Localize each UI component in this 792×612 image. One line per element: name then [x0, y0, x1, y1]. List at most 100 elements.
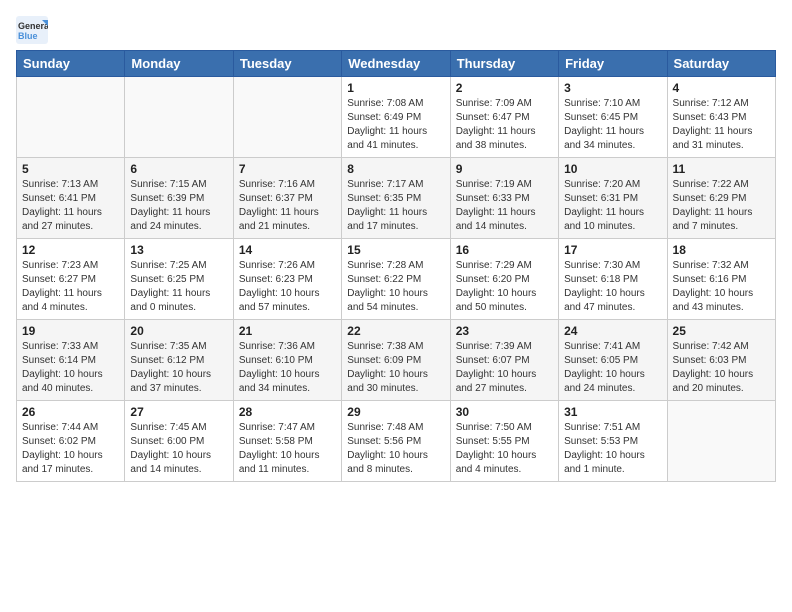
calendar-cell: 2 Sunrise: 7:09 AM Sunset: 6:47 PM Daylig…: [450, 77, 558, 158]
logo: General Blue: [16, 16, 48, 44]
calendar-table: SundayMondayTuesdayWednesdayThursdayFrid…: [16, 50, 776, 482]
day-info: Sunrise: 7:10 AM Sunset: 6:45 PM Dayligh…: [564, 97, 661, 153]
calendar-cell: [125, 77, 233, 158]
calendar-cell: 20 Sunrise: 7:35 AM Sunset: 6:12 PM Dayli…: [125, 320, 233, 401]
calendar-cell: 12Sunrise: 7:23 AM Sunset: 6:27 PM Dayli…: [17, 239, 125, 320]
calendar-day-header: Friday: [559, 51, 667, 77]
day-number: 28: [239, 405, 336, 419]
day-info: Sunrise: 7:45 AM Sunset: 6:00 PM Dayligh…: [130, 421, 227, 477]
calendar-cell: 11 Sunrise: 7:22 AM Sunset: 6:29 PM Dayli…: [667, 158, 775, 239]
day-info: Sunrise: 7:33 AM Sunset: 6:14 PM Dayligh…: [22, 340, 119, 396]
day-info: Sunrise: 7:19 AM Sunset: 6:33 PM Dayligh…: [456, 178, 553, 234]
day-info: Sunrise: 7:48 AM Sunset: 5:56 PM Dayligh…: [347, 421, 444, 477]
day-number: 17: [564, 243, 661, 257]
day-number: 30: [456, 405, 553, 419]
calendar-week-row: 1 Sunrise: 7:08 AM Sunset: 6:49 PM Daylig…: [17, 77, 776, 158]
day-number: 9: [456, 162, 553, 176]
day-info: Sunrise: 7:12 AM Sunset: 6:43 PM Dayligh…: [673, 97, 770, 153]
day-info: Sunrise: 7:16 AM Sunset: 6:37 PM Dayligh…: [239, 178, 336, 234]
calendar-week-row: 19 Sunrise: 7:33 AM Sunset: 6:14 PM Dayli…: [17, 320, 776, 401]
day-info: Sunrise: 7:30 AM Sunset: 6:18 PM Dayligh…: [564, 259, 661, 315]
calendar-cell: [233, 77, 341, 158]
day-info: Sunrise: 7:15 AM Sunset: 6:39 PM Dayligh…: [130, 178, 227, 234]
calendar-cell: 15Sunrise: 7:28 AM Sunset: 6:22 PM Dayli…: [342, 239, 450, 320]
day-info: Sunrise: 7:35 AM Sunset: 6:12 PM Dayligh…: [130, 340, 227, 396]
calendar-day-header: Saturday: [667, 51, 775, 77]
day-info: Sunrise: 7:13 AM Sunset: 6:41 PM Dayligh…: [22, 178, 119, 234]
calendar-cell: 6Sunrise: 7:15 AM Sunset: 6:39 PM Daylig…: [125, 158, 233, 239]
day-number: 20: [130, 324, 227, 338]
day-number: 4: [673, 81, 770, 95]
day-number: 18: [673, 243, 770, 257]
calendar-cell: 22 Sunrise: 7:38 AM Sunset: 6:09 PM Dayli…: [342, 320, 450, 401]
calendar-cell: 18Sunrise: 7:32 AM Sunset: 6:16 PM Dayli…: [667, 239, 775, 320]
day-info: Sunrise: 7:51 AM Sunset: 5:53 PM Dayligh…: [564, 421, 661, 477]
calendar-cell: 1 Sunrise: 7:08 AM Sunset: 6:49 PM Daylig…: [342, 77, 450, 158]
day-info: Sunrise: 7:42 AM Sunset: 6:03 PM Dayligh…: [673, 340, 770, 396]
day-info: Sunrise: 7:08 AM Sunset: 6:49 PM Dayligh…: [347, 97, 444, 153]
calendar-cell: 16 Sunrise: 7:29 AM Sunset: 6:20 PM Dayli…: [450, 239, 558, 320]
day-info: Sunrise: 7:39 AM Sunset: 6:07 PM Dayligh…: [456, 340, 553, 396]
day-number: 3: [564, 81, 661, 95]
day-info: Sunrise: 7:44 AM Sunset: 6:02 PM Dayligh…: [22, 421, 119, 477]
svg-text:General: General: [18, 21, 48, 31]
day-number: 14: [239, 243, 336, 257]
day-info: Sunrise: 7:22 AM Sunset: 6:29 PM Dayligh…: [673, 178, 770, 234]
day-number: 21: [239, 324, 336, 338]
calendar-cell: 30Sunrise: 7:50 AM Sunset: 5:55 PM Dayli…: [450, 401, 558, 482]
day-number: 16: [456, 243, 553, 257]
calendar-cell: 25 Sunrise: 7:42 AM Sunset: 6:03 PM Dayli…: [667, 320, 775, 401]
calendar-cell: 29 Sunrise: 7:48 AM Sunset: 5:56 PM Dayli…: [342, 401, 450, 482]
day-number: 27: [130, 405, 227, 419]
day-number: 13: [130, 243, 227, 257]
calendar-cell: 9 Sunrise: 7:19 AM Sunset: 6:33 PM Daylig…: [450, 158, 558, 239]
day-info: Sunrise: 7:38 AM Sunset: 6:09 PM Dayligh…: [347, 340, 444, 396]
calendar-header-row: SundayMondayTuesdayWednesdayThursdayFrid…: [17, 51, 776, 77]
day-number: 24: [564, 324, 661, 338]
day-info: Sunrise: 7:26 AM Sunset: 6:23 PM Dayligh…: [239, 259, 336, 315]
day-number: 26: [22, 405, 119, 419]
calendar-cell: 5 Sunrise: 7:13 AM Sunset: 6:41 PM Daylig…: [17, 158, 125, 239]
day-number: 15: [347, 243, 444, 257]
day-number: 2: [456, 81, 553, 95]
calendar-cell: [667, 401, 775, 482]
calendar-week-row: 26 Sunrise: 7:44 AM Sunset: 6:02 PM Dayli…: [17, 401, 776, 482]
calendar-cell: 26 Sunrise: 7:44 AM Sunset: 6:02 PM Dayli…: [17, 401, 125, 482]
day-number: 12: [22, 243, 119, 257]
day-number: 1: [347, 81, 444, 95]
day-number: 19: [22, 324, 119, 338]
calendar-week-row: 12Sunrise: 7:23 AM Sunset: 6:27 PM Dayli…: [17, 239, 776, 320]
calendar-cell: 13 Sunrise: 7:25 AM Sunset: 6:25 PM Dayli…: [125, 239, 233, 320]
day-info: Sunrise: 7:09 AM Sunset: 6:47 PM Dayligh…: [456, 97, 553, 153]
day-number: 25: [673, 324, 770, 338]
day-number: 11: [673, 162, 770, 176]
day-number: 22: [347, 324, 444, 338]
day-number: 8: [347, 162, 444, 176]
day-number: 29: [347, 405, 444, 419]
calendar-body: 1 Sunrise: 7:08 AM Sunset: 6:49 PM Daylig…: [17, 77, 776, 482]
calendar-cell: 24Sunrise: 7:41 AM Sunset: 6:05 PM Dayli…: [559, 320, 667, 401]
calendar-day-header: Tuesday: [233, 51, 341, 77]
day-info: Sunrise: 7:20 AM Sunset: 6:31 PM Dayligh…: [564, 178, 661, 234]
calendar-cell: 3 Sunrise: 7:10 AM Sunset: 6:45 PM Daylig…: [559, 77, 667, 158]
calendar-day-header: Sunday: [17, 51, 125, 77]
day-info: Sunrise: 7:25 AM Sunset: 6:25 PM Dayligh…: [130, 259, 227, 315]
day-number: 5: [22, 162, 119, 176]
calendar-cell: 21Sunrise: 7:36 AM Sunset: 6:10 PM Dayli…: [233, 320, 341, 401]
day-info: Sunrise: 7:47 AM Sunset: 5:58 PM Dayligh…: [239, 421, 336, 477]
day-number: 7: [239, 162, 336, 176]
calendar-cell: 14 Sunrise: 7:26 AM Sunset: 6:23 PM Dayli…: [233, 239, 341, 320]
calendar-cell: 7 Sunrise: 7:16 AM Sunset: 6:37 PM Daylig…: [233, 158, 341, 239]
page-header: General Blue: [16, 16, 776, 44]
day-info: Sunrise: 7:29 AM Sunset: 6:20 PM Dayligh…: [456, 259, 553, 315]
calendar-week-row: 5 Sunrise: 7:13 AM Sunset: 6:41 PM Daylig…: [17, 158, 776, 239]
calendar-cell: 27 Sunrise: 7:45 AM Sunset: 6:00 PM Dayli…: [125, 401, 233, 482]
calendar-cell: 23Sunrise: 7:39 AM Sunset: 6:07 PM Dayli…: [450, 320, 558, 401]
calendar-cell: 17 Sunrise: 7:30 AM Sunset: 6:18 PM Dayli…: [559, 239, 667, 320]
calendar-cell: 19 Sunrise: 7:33 AM Sunset: 6:14 PM Dayli…: [17, 320, 125, 401]
calendar-cell: 31 Sunrise: 7:51 AM Sunset: 5:53 PM Dayli…: [559, 401, 667, 482]
day-number: 31: [564, 405, 661, 419]
calendar-day-header: Thursday: [450, 51, 558, 77]
calendar-day-header: Wednesday: [342, 51, 450, 77]
calendar-cell: 28 Sunrise: 7:47 AM Sunset: 5:58 PM Dayli…: [233, 401, 341, 482]
